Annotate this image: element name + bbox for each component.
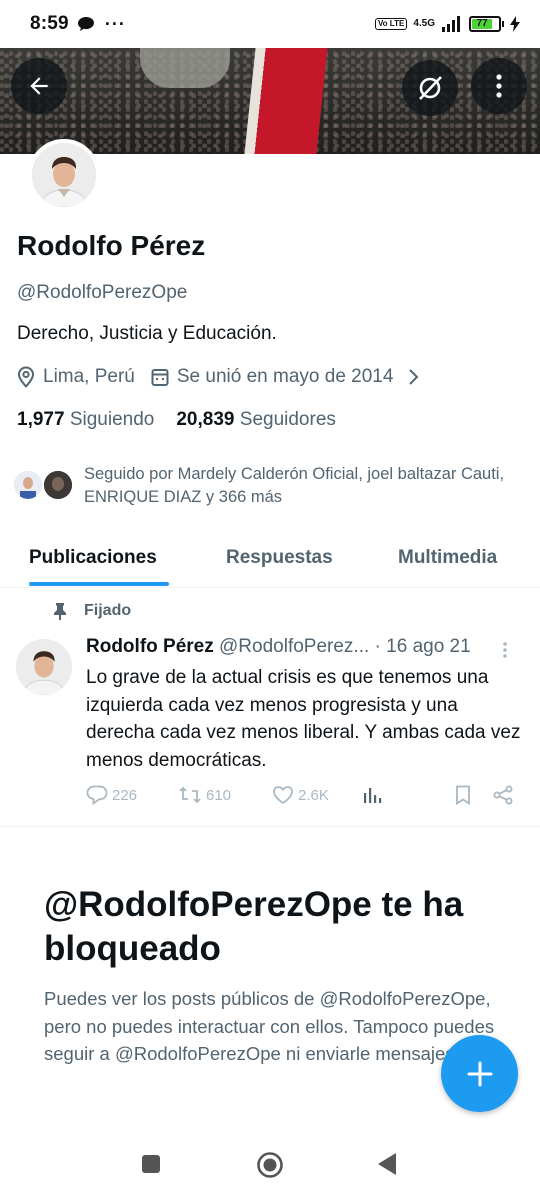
notification-dots: ··· <box>104 13 126 34</box>
active-tab-indicator <box>29 582 169 586</box>
tweet-avatar[interactable] <box>16 639 72 695</box>
tweet-author-name[interactable]: Rodolfo Pérez <box>86 636 214 657</box>
back-button[interactable] <box>11 58 67 114</box>
chevron-right-icon <box>409 369 419 385</box>
share-button[interactable] <box>492 785 514 805</box>
views-icon <box>364 788 382 803</box>
tweet-date[interactable]: 16 ago 21 <box>386 636 471 657</box>
followed-by-text: Seguido por Mardely Calderón Oficial, jo… <box>84 465 505 506</box>
like-count: 2.6K <box>298 786 329 804</box>
tweet-more-button[interactable] <box>502 641 508 664</box>
calendar-icon <box>151 369 169 386</box>
reply-icon <box>86 785 108 805</box>
tweet-author-handle[interactable]: @RodolfoPerez... <box>219 636 369 657</box>
more-vertical-icon <box>496 74 502 98</box>
profile-banner <box>0 48 540 154</box>
back-arrow-icon <box>30 77 48 95</box>
profile-avatar[interactable] <box>28 139 100 211</box>
back-nav-button[interactable] <box>377 1152 397 1181</box>
profile-handle: @RodolfoPerezOpe <box>17 282 188 303</box>
avatar <box>42 469 74 501</box>
reply-count: 226 <box>112 786 138 804</box>
like-icon <box>273 786 293 805</box>
views-button[interactable] <box>362 785 382 805</box>
pinned-label: Fijado <box>52 602 131 620</box>
location-text: Lima, Perú <box>43 366 135 387</box>
flag-image <box>244 48 328 154</box>
chat-icon <box>77 17 94 31</box>
retweet-icon <box>179 786 201 804</box>
share-icon <box>493 785 513 805</box>
volte-badge: Vo LTE <box>374 18 408 30</box>
tab-multimedia[interactable]: Multimedia <box>398 547 497 569</box>
signal-icon <box>442 16 460 32</box>
profile-tabs: Publicaciones Respuestas Multimedia <box>0 530 540 588</box>
blocked-title: @RodolfoPerezOpe te ha bloqueado <box>44 885 464 968</box>
tab-respuestas[interactable]: Respuestas <box>226 547 333 569</box>
network-type: 4.5G <box>413 18 435 29</box>
home-icon <box>257 1152 283 1178</box>
compose-plus-icon <box>467 1061 492 1086</box>
tweet-separator: · <box>374 636 381 657</box>
bookmark-icon <box>456 785 470 805</box>
profile-meta: Lima, Perú Se unió en mayo de 2014 <box>17 366 435 388</box>
profile-bio: Derecho, Justicia y Educación. <box>17 323 277 344</box>
compose-button[interactable] <box>441 1035 518 1112</box>
blocked-description: Puedes ver los posts públicos de @Rodolf… <box>44 988 495 1064</box>
battery-level: 77 <box>472 19 493 29</box>
follow-stats: 1,977 Siguiendo 20,839 Seguidores <box>17 409 336 431</box>
pin-icon <box>54 603 66 620</box>
tab-publicaciones[interactable]: Publicaciones <box>29 547 157 569</box>
join-date-text: Se unió en mayo de 2014 <box>176 366 394 387</box>
divider <box>0 826 540 827</box>
home-button[interactable] <box>256 1151 284 1184</box>
tweet-text: Lo grave de la actual crisis es que tene… <box>86 667 521 771</box>
recents-icon <box>142 1155 160 1173</box>
retweet-button[interactable]: 610 <box>178 785 231 805</box>
status-bar: 8:59 ··· Vo LTE 4.5G 77 <box>0 0 540 48</box>
profile-name: Rodolfo Pérez <box>17 230 206 261</box>
battery-icon: 77 <box>469 16 504 32</box>
tweet-actions: 226 610 2.6K <box>86 785 518 809</box>
charging-icon <box>510 16 520 32</box>
more-vertical-icon <box>503 642 507 658</box>
join-date[interactable]: Se unió en mayo de 2014 <box>151 366 420 388</box>
retweet-count: 610 <box>206 786 232 804</box>
location-icon <box>17 366 35 388</box>
more-options-button[interactable] <box>471 58 527 114</box>
avatar <box>12 469 44 501</box>
bookmark-button[interactable] <box>454 785 472 805</box>
grok-button[interactable] <box>402 60 458 116</box>
system-nav-bar <box>0 1130 540 1199</box>
followers-link[interactable]: 20,839 Seguidores <box>176 409 336 431</box>
status-time: 8:59 <box>30 13 69 34</box>
followed-by-avatars <box>12 463 80 503</box>
back-triangle-icon <box>378 1153 396 1175</box>
followed-by[interactable]: Seguido por Mardely Calderón Oficial, jo… <box>12 463 522 509</box>
like-button[interactable]: 2.6K <box>272 785 329 805</box>
recents-button[interactable] <box>141 1154 161 1179</box>
reply-button[interactable]: 226 <box>86 785 137 805</box>
following-link[interactable]: 1,977 Siguiendo <box>17 409 154 431</box>
grok-icon <box>419 76 442 100</box>
tweet-header: Rodolfo Pérez @RodolfoPerez... · 16 ago … <box>86 636 506 658</box>
location: Lima, Perú <box>17 366 135 388</box>
